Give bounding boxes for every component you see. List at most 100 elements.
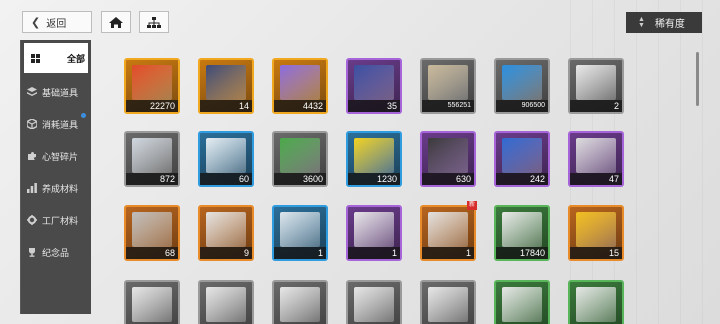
scrollbar[interactable] [696,52,699,106]
item-art [206,287,246,322]
home-icon [109,16,123,28]
inventory-item[interactable] [198,280,254,324]
inventory-item[interactable]: 3600 [272,131,328,187]
sidebar-item-mind-fragment[interactable]: 心智碎片 [21,140,91,172]
inventory-item[interactable]: 22270 [124,58,180,114]
notification-dot [81,113,86,118]
item-art [132,212,172,247]
item-count: 60 [200,173,252,185]
inventory-item[interactable] [420,280,476,324]
inventory-item[interactable]: 47 [568,131,624,187]
item-count: 872 [126,173,178,185]
item-art [502,212,542,247]
item-count: 1230 [348,173,400,185]
item-art [354,65,394,100]
item-count: 14 [200,100,252,112]
inventory-item[interactable] [346,280,402,324]
gear-icon [27,215,37,225]
sidebar-item-label: 基础道具 [42,87,79,98]
sidebar-item-factory-material[interactable]: 工厂材料 [21,204,91,236]
item-art [354,212,394,247]
inventory-item[interactable]: 556251 [420,58,476,114]
item-count: 15 [570,247,622,259]
new-badge: 新 [467,201,477,210]
inventory-item[interactable]: 68 [124,205,180,261]
inventory-item[interactable] [272,280,328,324]
inventory-item[interactable] [124,280,180,324]
inventory-item[interactable]: 35 [346,58,402,114]
inventory-item[interactable]: 242 [494,131,550,187]
item-art [354,138,394,173]
home-button[interactable] [101,11,131,33]
item-art [576,212,616,247]
item-art [132,138,172,173]
item-count: 35 [348,100,400,112]
back-button[interactable]: ❮ 返回 [22,11,92,33]
inventory-item[interactable]: 9 [198,205,254,261]
sidebar-item-label: 工厂材料 [42,215,79,226]
inventory-item[interactable]: 906500 [494,58,550,114]
inventory-item[interactable] [494,280,550,324]
item-art [502,138,542,173]
item-art [576,138,616,173]
item-count: 2 [570,100,622,112]
inventory-item[interactable]: 4432 [272,58,328,114]
inventory-item[interactable]: 1新 [420,201,477,261]
inventory-item[interactable]: 60 [198,131,254,187]
inventory-item[interactable]: 17840 [494,205,550,261]
item-count: 22270 [126,100,178,112]
item-art [502,287,542,322]
inventory-item[interactable]: 14 [198,58,254,114]
sort-rarity-button[interactable]: ▲ ▼ 稀有度 [626,12,702,33]
item-count: 47 [570,173,622,185]
item-art [576,287,616,322]
hierarchy-button[interactable] [139,11,169,33]
sidebar-item-all[interactable]: 全部 [24,43,88,73]
puzzle-icon [27,151,37,161]
item-art [206,212,246,247]
item-art [428,287,468,322]
inventory-item[interactable]: 2 [568,58,624,114]
item-art [280,65,320,100]
item-art [576,65,616,100]
sidebar-item-upgrade-material[interactable]: 养成材料 [21,172,91,204]
back-label: 返回 [46,18,67,30]
item-count: 9 [200,247,252,259]
grid-icon [30,53,40,63]
sidebar-item-basic[interactable]: 基础道具 [21,76,91,108]
inventory-item[interactable] [568,280,624,324]
item-count: 1 [348,247,400,259]
category-sidebar: 全部 基础道具 消耗道具 心智碎片 养成材料 工厂材料 纪念品 [20,40,91,314]
item-art [206,65,246,100]
layers-icon [27,87,37,97]
item-art [428,138,468,173]
inventory-item[interactable]: 15 [568,205,624,261]
sidebar-item-consumable[interactable]: 消耗道具 [21,108,91,140]
item-art [280,212,320,247]
item-count: 3600 [274,173,326,185]
inventory-item[interactable]: 630 [420,131,476,187]
item-count: 1 [422,247,474,259]
cube-icon [27,119,37,129]
sidebar-item-souvenir[interactable]: 纪念品 [21,236,91,268]
inventory-item[interactable]: 1 [272,205,328,261]
inventory-item[interactable]: 1 [346,205,402,261]
trophy-icon [27,247,37,257]
item-count: 556251 [422,100,474,112]
item-count: 17840 [496,247,548,259]
item-art [428,65,468,100]
item-art [428,212,468,247]
sidebar-item-label: 养成材料 [42,183,79,194]
inventory-item[interactable]: 872 [124,131,180,187]
item-art [502,65,542,100]
item-count: 906500 [496,100,548,112]
item-count: 68 [126,247,178,259]
item-count: 242 [496,173,548,185]
inventory-item[interactable]: 1230 [346,131,402,187]
item-count: 1 [274,247,326,259]
item-art [280,138,320,173]
sort-label: 稀有度 [654,19,685,30]
chart-icon [27,183,37,193]
sidebar-item-label: 纪念品 [42,247,70,258]
item-art [354,287,394,322]
